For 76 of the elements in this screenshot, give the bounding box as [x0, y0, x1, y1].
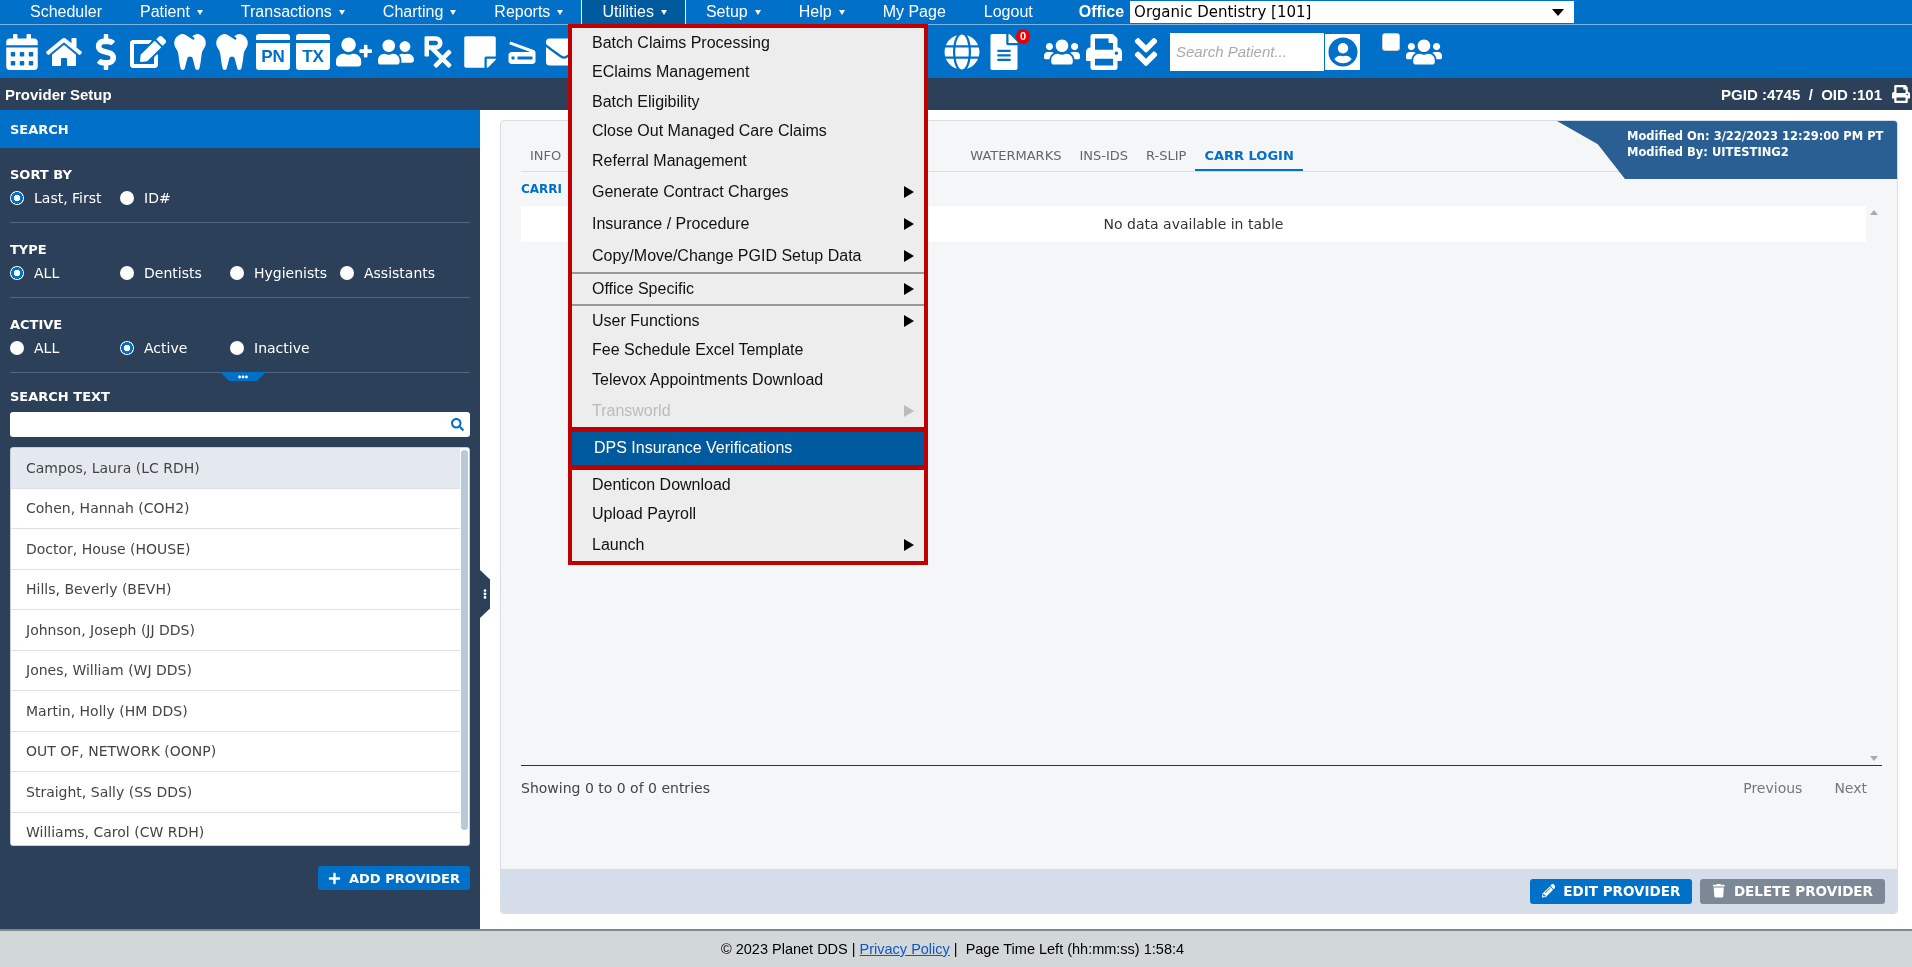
nav-menu-item[interactable]: Utilities	[581, 0, 686, 24]
office-select[interactable]: Organic Dentistry [101]	[1130, 1, 1575, 23]
nav-menu-item[interactable]: Reports	[474, 0, 582, 24]
tab[interactable]: CARR LOGIN	[1195, 141, 1303, 171]
delete-provider-button[interactable]: DELETE PROVIDER	[1700, 878, 1885, 904]
nav-menu-item[interactable]: My Page	[862, 0, 964, 24]
radio-icon[interactable]	[120, 341, 134, 355]
user-search-icon[interactable]	[1324, 33, 1360, 70]
modified-on-text: Modified On: 3/22/2023 12:29:00 PM PT	[1627, 129, 1885, 143]
radio-icon[interactable]	[120, 191, 134, 205]
tooth-icon[interactable]	[214, 33, 250, 70]
search-icon	[451, 418, 464, 431]
radio-icon[interactable]	[230, 341, 244, 355]
radio-option[interactable]: Inactive	[230, 340, 340, 356]
search-field[interactable]	[10, 412, 470, 437]
printer-icon[interactable]	[1892, 85, 1910, 103]
radio-option[interactable]: Hygienists	[230, 265, 340, 281]
radio-option[interactable]: ALL	[10, 340, 120, 356]
provider-list-item[interactable]: Campos, Laura (LC RDH)	[11, 448, 460, 489]
radio-icon[interactable]	[340, 266, 354, 280]
radio-icon[interactable]	[10, 266, 24, 280]
radio-option[interactable]: Dentists	[120, 265, 230, 281]
pencil-icon	[1541, 884, 1556, 898]
radio-icon[interactable]	[230, 266, 244, 280]
note-icon[interactable]	[462, 33, 498, 70]
tooth-icon[interactable]	[172, 33, 208, 70]
radio-icon[interactable]	[10, 191, 24, 205]
radio-option[interactable]: ALL	[10, 265, 120, 281]
globe-icon[interactable]	[944, 33, 980, 70]
nav-menu-item[interactable]: Logout	[963, 0, 1051, 24]
group-title: TYPE	[10, 242, 48, 257]
nav-menu-item[interactable]: Scheduler	[10, 0, 121, 24]
nav-menu-item[interactable]: Patient	[120, 0, 221, 24]
nav-menu-item[interactable]: Charting	[362, 0, 475, 24]
radio-icon[interactable]	[120, 266, 134, 280]
nav-menu-item[interactable]: Help	[778, 0, 863, 24]
notification-badge: 0	[1015, 28, 1030, 44]
sub-tab[interactable]: CARRI	[521, 182, 563, 196]
edit-icon[interactable]	[130, 33, 166, 70]
radio-option[interactable]: Assistants	[340, 265, 450, 281]
search-text-label: SEARCH TEXT	[10, 389, 111, 404]
edit-provider-button[interactable]: EDIT PROVIDER	[1529, 878, 1693, 904]
entries-info: Showing 0 to 0 of 0 entries	[521, 780, 710, 796]
tab[interactable]: INS-IDS	[1070, 141, 1138, 171]
page-title: Provider Setup	[5, 85, 112, 103]
office-label: Office	[1078, 3, 1125, 21]
scrollbar-thumb[interactable]	[461, 450, 468, 830]
pager-link[interactable]: Previous	[1743, 780, 1803, 796]
tab[interactable]: WATERMARKS	[961, 141, 1071, 171]
group-title: SORT BY	[10, 167, 73, 182]
printer-icon[interactable]	[1086, 33, 1122, 70]
nav-menu-item[interactable]: Setup	[685, 0, 779, 24]
radio-option[interactable]: Active	[120, 340, 230, 356]
treatment-button[interactable]: TX	[296, 33, 330, 70]
patient-search-field[interactable]: Search Patient...	[1170, 32, 1324, 71]
trash-icon	[1712, 884, 1726, 898]
pager-link[interactable]: Next	[1834, 780, 1867, 796]
modified-by-text: Modified By: UITESTING2	[1627, 145, 1790, 159]
resize-handle[interactable]	[480, 570, 490, 618]
tab[interactable]: R-SLIP	[1137, 141, 1196, 171]
radio-option[interactable]: ID#	[120, 190, 230, 206]
radio-option[interactable]: Last, First	[10, 190, 120, 206]
tab[interactable]: INFO	[521, 141, 571, 171]
add-provider-button[interactable]: ADD PROVIDER	[318, 866, 470, 890]
nav-menu-item[interactable]: Transactions	[220, 0, 363, 24]
plus-icon	[328, 871, 341, 885]
radio-icon[interactable]	[10, 341, 24, 355]
progress-notes-button[interactable]: PN	[256, 33, 290, 70]
ids-text: PGID :4745 / OID :101	[1721, 85, 1882, 103]
caret-icon	[1552, 8, 1565, 16]
privacy-policy-link[interactable]: Privacy Policy	[859, 941, 950, 957]
checkbox[interactable]	[1382, 33, 1400, 51]
calendar-icon[interactable]	[4, 33, 40, 70]
footer-text: © 2023 Planet DDS | Privacy Policy | Page Time Left (hh:mm:ss) 1:58:4	[721, 941, 1185, 957]
search-header: SEARCH	[0, 110, 480, 148]
group-title: ACTIVE	[10, 317, 64, 332]
